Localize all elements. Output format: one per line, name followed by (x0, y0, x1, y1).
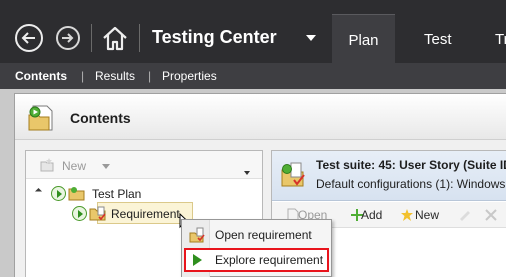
tab-track[interactable]: Tr (495, 14, 506, 63)
context-menu: Open requirement Explore requirement (181, 219, 332, 277)
tab-plan[interactable]: Plan (332, 14, 395, 63)
pane-menu-chevron-down-icon[interactable] (244, 171, 250, 175)
menu-item-label: Open requirement (215, 228, 312, 242)
add-button[interactable]: Add (361, 208, 382, 222)
subnav-contents[interactable]: Contents (15, 69, 67, 83)
app-title: Testing Center (152, 27, 277, 47)
suite-title: Test suite: 45: User Story (Suite ID: 8 (316, 158, 506, 172)
sub-navigation: Contents | Results | Properties (0, 63, 506, 89)
expand-arrow-icon[interactable] (34, 187, 43, 196)
forward-button[interactable] (56, 26, 80, 50)
top-header: Testing Center Plan Test Tr (0, 0, 506, 63)
tree-node-label: Requirement (111, 207, 180, 221)
play-icon (193, 254, 202, 266)
subnav-results[interactable]: Results (95, 69, 135, 83)
new-button[interactable]: New (415, 208, 439, 222)
new-dropdown-chevron-down-icon[interactable] (102, 164, 110, 169)
requirement-folder-icon (89, 206, 106, 221)
new-button[interactable]: New (62, 159, 86, 173)
new-suite-icon (40, 158, 54, 172)
test-plan-folder-icon (28, 105, 53, 131)
tree-toolbar: New (26, 151, 262, 179)
app-menu-chevron-down-icon[interactable] (306, 35, 316, 41)
subnav-properties[interactable]: Properties (162, 69, 217, 83)
back-button[interactable] (15, 24, 43, 52)
play-icon (72, 206, 87, 221)
folder-icon (68, 187, 85, 201)
edit-icon[interactable] (458, 208, 472, 222)
tree-node-test-plan[interactable]: Test Plan (26, 184, 262, 204)
play-icon (51, 186, 66, 201)
divider (91, 24, 92, 52)
tree-node-label: Test Plan (92, 187, 142, 201)
test-suite-icon (281, 162, 305, 187)
open-requirement-icon (189, 227, 205, 243)
arrow-left-icon (21, 32, 35, 44)
new-star-icon (401, 209, 413, 221)
subnav-separator: | (148, 69, 152, 83)
panel-header: Contents (15, 94, 506, 140)
arrow-right-icon (62, 33, 74, 43)
menu-item-label: Explore requirement (215, 253, 324, 267)
panel-title: Contents (70, 110, 131, 126)
divider (139, 24, 140, 52)
suite-config[interactable]: Default configurations (1): Windows 8 (316, 177, 506, 191)
remove-x-icon[interactable] (484, 208, 498, 222)
menu-item-explore-requirement[interactable]: Explore requirement (184, 248, 329, 272)
home-button[interactable] (100, 24, 130, 52)
home-icon (103, 26, 127, 51)
subnav-separator: | (81, 69, 85, 83)
tab-test[interactable]: Test (424, 14, 452, 63)
menu-item-open-requirement[interactable]: Open requirement (184, 223, 329, 247)
suite-header: Test suite: 45: User Story (Suite ID: 8 … (272, 151, 506, 201)
